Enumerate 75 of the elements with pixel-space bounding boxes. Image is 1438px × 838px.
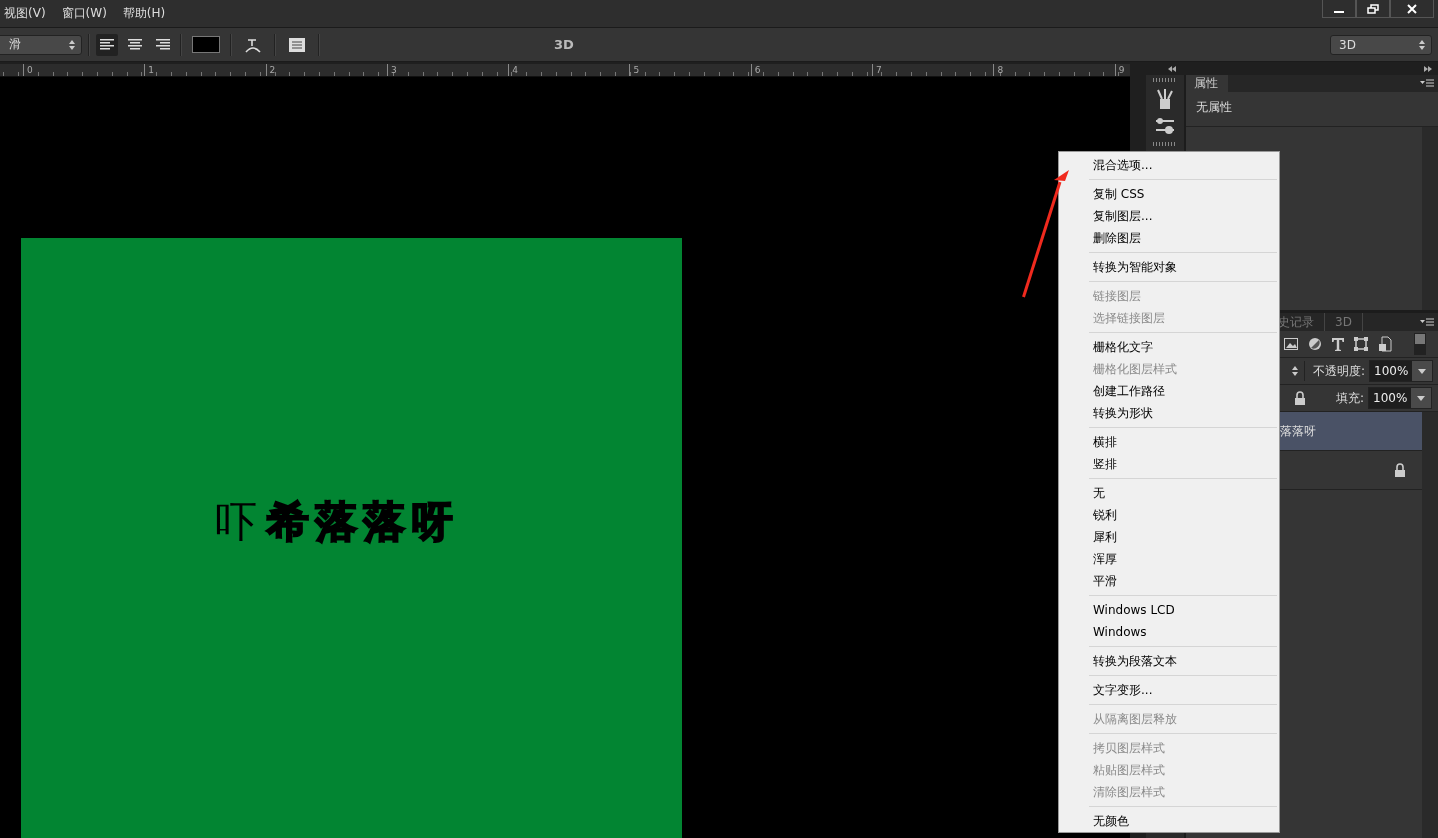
menu-item[interactable]: 文字变形... (1059, 679, 1279, 701)
ruler-number: 3 (386, 64, 509, 76)
expand-icon[interactable] (1424, 65, 1432, 72)
panel-icon[interactable] (288, 36, 306, 53)
ruler-number: 7 (872, 64, 994, 76)
menu-item[interactable]: 创建工作路径 (1059, 380, 1279, 402)
menu-item[interactable]: 平滑 (1059, 570, 1279, 592)
menu-item[interactable]: 帮助(H) (122, 5, 166, 22)
3d-label[interactable]: 3D (554, 37, 574, 52)
scrollbar[interactable] (1422, 412, 1438, 838)
opacity-label: 不透明度: (1313, 362, 1366, 380)
antialias-dropdown[interactable]: 滑 (0, 34, 82, 55)
dropdown-arrow-icon[interactable] (1418, 368, 1427, 374)
menu-item[interactable]: 复制 CSS (1059, 183, 1279, 205)
canvas-text: 吓希落落呀 (214, 496, 459, 544)
workspace-dropdown[interactable]: 3D (1330, 34, 1432, 55)
menu-item[interactable]: 复制图层... (1059, 205, 1279, 227)
sliders-icon[interactable] (1154, 116, 1176, 136)
panel-menu-icon[interactable] (1420, 318, 1434, 326)
properties-tab[interactable]: 属性 (1186, 75, 1228, 92)
smart-object-filter-icon[interactable] (1378, 336, 1392, 352)
close-icon (1406, 3, 1418, 14)
restore-icon (1367, 3, 1379, 14)
ruler-number: 8 (993, 64, 1115, 76)
color-swatch[interactable] (192, 36, 220, 53)
align-icon (100, 38, 114, 51)
fill-field[interactable]: 100% (1368, 387, 1433, 409)
properties-text: 无属性 (1186, 92, 1438, 127)
image-filter-icon[interactable] (1284, 338, 1298, 350)
menu-item[interactable]: 转换为形状 (1059, 402, 1279, 424)
align-button[interactable] (96, 33, 118, 56)
ruler-number: 6 (750, 64, 873, 76)
menu-item[interactable]: Windows (1059, 621, 1279, 643)
adjustment-filter-icon[interactable] (1308, 337, 1322, 351)
minimize-icon (1334, 10, 1344, 13)
menu-item[interactable]: 竖排 (1059, 453, 1279, 475)
dropdown-arrow-icon[interactable] (1417, 395, 1426, 401)
ruler-number: 2 (265, 64, 387, 76)
up-down-icon (1419, 39, 1425, 50)
filter-toggle[interactable] (1414, 333, 1426, 355)
menu-item[interactable]: 混合选项... (1059, 154, 1279, 176)
fill-label: 填充: (1336, 389, 1365, 407)
ruler-number: 4 (508, 64, 630, 76)
up-down-icon (69, 39, 75, 50)
collapse-icon[interactable] (1168, 65, 1176, 72)
menu-item[interactable]: 栅格化文字 (1059, 336, 1279, 358)
restore-button[interactable] (1356, 0, 1390, 18)
close-button[interactable] (1390, 0, 1434, 18)
ruler-number: 5 (629, 64, 751, 76)
minimize-button[interactable] (1322, 0, 1356, 18)
ruler-number: 1 (144, 64, 266, 76)
opacity-field[interactable]: 100% (1369, 360, 1434, 382)
layer-row[interactable]: 落落呀 (1278, 412, 1422, 451)
menu-item[interactable]: 无颜色 (1059, 810, 1279, 832)
lock-icon[interactable] (1294, 391, 1306, 405)
panel-menu-icon[interactable] (1420, 79, 1434, 87)
align-icon (156, 38, 170, 51)
menu-item[interactable]: 犀利 (1059, 526, 1279, 548)
menu-item[interactable]: 横排 (1059, 431, 1279, 453)
menu-item[interactable]: 转换为智能对象 (1059, 256, 1279, 278)
menu-item[interactable]: 浑厚 (1059, 548, 1279, 570)
brush-icon[interactable] (1154, 88, 1176, 110)
type-filter-icon[interactable] (1332, 337, 1344, 351)
menu-item[interactable]: 无 (1059, 482, 1279, 504)
scrollbar[interactable] (1422, 127, 1438, 310)
shape-filter-icon[interactable] (1354, 337, 1368, 351)
menu-item[interactable]: 转换为段落文本 (1059, 650, 1279, 672)
menu-item[interactable]: 删除图层 (1059, 227, 1279, 249)
align-icon (128, 38, 142, 51)
menu-item[interactable]: 窗口(W) (61, 5, 107, 22)
ruler-number: 0 (23, 64, 145, 76)
menu-item[interactable]: 锐利 (1059, 504, 1279, 526)
menu-item[interactable]: 视图(V) (4, 5, 46, 22)
up-down-icon (1292, 366, 1298, 376)
menu-item[interactable]: Windows LCD (1059, 599, 1279, 621)
